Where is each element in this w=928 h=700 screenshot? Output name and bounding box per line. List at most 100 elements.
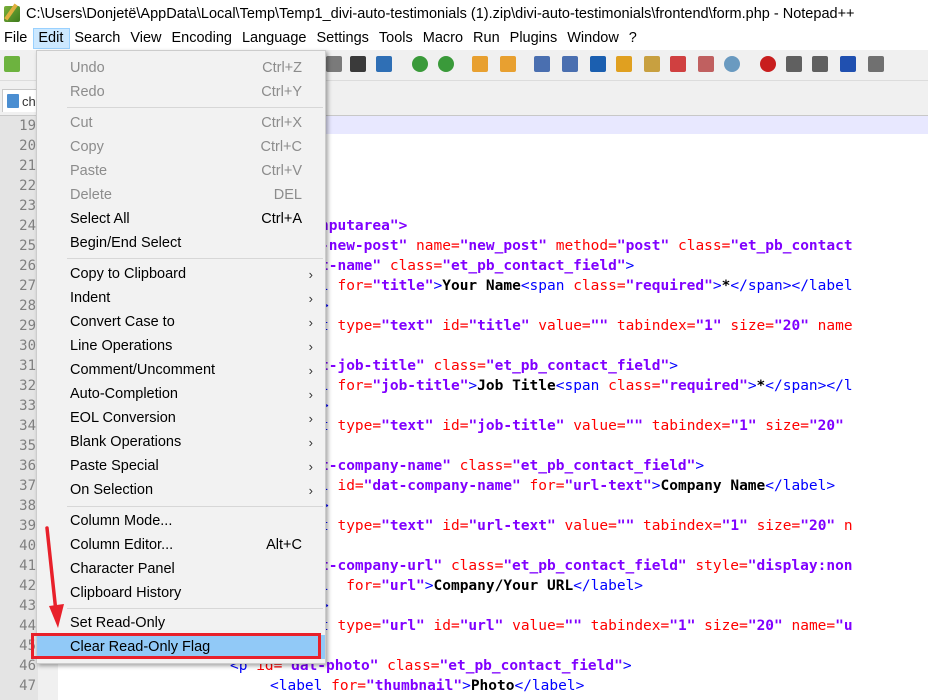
menu-item-undo[interactable]: Undo Ctrl+Z [37, 56, 325, 80]
folder-workspace-icon[interactable] [670, 56, 686, 72]
menu-view[interactable]: View [126, 28, 167, 50]
new-file-icon[interactable] [4, 56, 20, 72]
find-icon[interactable] [350, 56, 366, 72]
doc-map-icon[interactable] [616, 56, 632, 72]
menu-item-on-selection[interactable]: On Selection › [37, 478, 325, 502]
line-number: 30 [19, 338, 36, 354]
line-number: 35 [19, 438, 36, 454]
function-list-icon[interactable] [644, 56, 660, 72]
menu-item-character-panel[interactable]: Character Panel [37, 557, 325, 581]
menu-tools[interactable]: Tools [375, 28, 419, 50]
replace-icon[interactable] [376, 56, 392, 72]
record-macro-icon[interactable] [760, 56, 776, 72]
menu-item-paste[interactable]: Paste Ctrl+V [37, 159, 325, 183]
menu-file[interactable]: File [0, 28, 33, 50]
code-line: l for="title">Your Name<span class="requ… [320, 278, 853, 294]
line-number: 33 [19, 398, 36, 414]
menu-item-convert-case[interactable]: Convert Case to › [37, 310, 325, 334]
redo-icon[interactable] [326, 56, 342, 72]
menu-item-set-read-only[interactable]: Set Read-Only [37, 611, 325, 635]
stop-macro-icon[interactable] [786, 56, 802, 72]
chevron-right-icon: › [308, 362, 313, 378]
menu-language[interactable]: Language [238, 28, 313, 50]
menu-item-line-operations[interactable]: Line Operations › [37, 334, 325, 358]
menu-item-indent[interactable]: Indent › [37, 286, 325, 310]
menu-item-column-mode[interactable]: Column Mode... [37, 509, 325, 533]
menu-settings[interactable]: Settings [312, 28, 374, 50]
menu-help[interactable]: ? [625, 28, 643, 50]
edit-menu-dropdown: Undo Ctrl+Z Redo Ctrl+Y Cut Ctrl+X Copy Ctrl… [36, 50, 326, 664]
menu-edit[interactable]: Edit [33, 28, 71, 49]
line-number: 40 [19, 538, 36, 554]
menu-search[interactable]: Search [70, 28, 126, 50]
menu-item-auto-completion[interactable]: Auto-Completion › [37, 382, 325, 406]
line-number: 22 [19, 178, 36, 194]
menu-item-begin-end-select[interactable]: Begin/End Select [37, 231, 325, 255]
play-macro-icon[interactable] [812, 56, 828, 72]
chevron-right-icon: › [308, 434, 313, 450]
zoom-in-icon[interactable] [412, 56, 428, 72]
line-number: 32 [19, 378, 36, 394]
line-number: 47 [19, 678, 36, 694]
menu-item-delete[interactable]: Delete DEL [37, 183, 325, 207]
word-wrap-icon[interactable] [534, 56, 550, 72]
show-all-chars-icon[interactable] [562, 56, 578, 72]
chevron-right-icon: › [308, 314, 313, 330]
line-number: 27 [19, 278, 36, 294]
tab-file[interactable]: ch [2, 89, 38, 112]
sync-horizontal-icon[interactable] [500, 56, 516, 72]
menu-separator [67, 258, 323, 259]
menu-plugins[interactable]: Plugins [506, 28, 564, 50]
line-number: 43 [19, 598, 36, 614]
eye-icon[interactable] [724, 56, 740, 72]
line-number: 46 [19, 658, 36, 674]
indent-guide-icon[interactable] [590, 56, 606, 72]
menu-separator [67, 608, 323, 609]
code-line: t type="text" id="job-title" value="" ta… [320, 418, 844, 434]
code-line: <label for="thumbnail">Photo</label> [270, 678, 585, 694]
line-number: 21 [19, 158, 36, 174]
menu-item-copy[interactable]: Copy Ctrl+C [37, 135, 325, 159]
file-save-icon [7, 94, 19, 108]
menu-separator [67, 107, 323, 108]
line-number: 26 [19, 258, 36, 274]
line-number: 23 [19, 198, 36, 214]
chevron-right-icon: › [308, 410, 313, 426]
code-line: t-company-name" class="et_pb_contact_fie… [320, 458, 705, 474]
code-line: l id="dat-company-name" for="url-text">C… [320, 478, 836, 494]
menu-macro[interactable]: Macro [419, 28, 469, 50]
tab-label: ch [22, 93, 36, 109]
menu-item-column-editor[interactable]: Column Editor... Alt+C [37, 533, 325, 557]
code-line: t type="url" id="url" value="" tabindex=… [320, 618, 853, 634]
title-bar: C:\Users\Donjetë\AppData\Local\Temp\Temp… [0, 0, 928, 28]
menu-encoding[interactable]: Encoding [168, 28, 238, 50]
code-line: nputarea"> [320, 218, 408, 234]
chevron-right-icon: › [308, 338, 313, 354]
code-line: l for="job-title">Job Title<span class="… [320, 378, 853, 394]
menu-item-eol-conversion[interactable]: EOL Conversion › [37, 406, 325, 430]
menu-item-comment-uncomment[interactable]: Comment/Uncomment › [37, 358, 325, 382]
menu-item-select-all[interactable]: Select All Ctrl+A [37, 207, 325, 231]
run-macro-multiple-icon[interactable] [840, 56, 856, 72]
code-line: t type="text" id="url-text" value="" tab… [320, 518, 853, 534]
monitoring-icon[interactable] [698, 56, 714, 72]
code-line: t type="text" id="title" value="" tabind… [320, 318, 853, 334]
line-number: 24 [19, 218, 36, 234]
line-number: 19 [19, 118, 36, 134]
menu-item-paste-special[interactable]: Paste Special › [37, 454, 325, 478]
sync-vertical-icon[interactable] [472, 56, 488, 72]
line-number: 28 [19, 298, 36, 314]
line-number: 41 [19, 558, 36, 574]
line-number: 31 [19, 358, 36, 374]
menu-item-cut[interactable]: Cut Ctrl+X [37, 111, 325, 135]
menu-window[interactable]: Window [563, 28, 625, 50]
zoom-out-icon[interactable] [438, 56, 454, 72]
menu-item-redo[interactable]: Redo Ctrl+Y [37, 80, 325, 104]
menu-item-blank-operations[interactable]: Blank Operations › [37, 430, 325, 454]
menu-run[interactable]: Run [469, 28, 506, 50]
menu-item-clipboard-history[interactable]: Clipboard History [37, 581, 325, 605]
chevron-right-icon: › [308, 386, 313, 402]
menu-item-copy-to-clipboard[interactable]: Copy to Clipboard › [37, 262, 325, 286]
code-line: t-job-title" class="et_pb_contact_field"… [320, 358, 678, 374]
save-macro-icon[interactable] [868, 56, 884, 72]
